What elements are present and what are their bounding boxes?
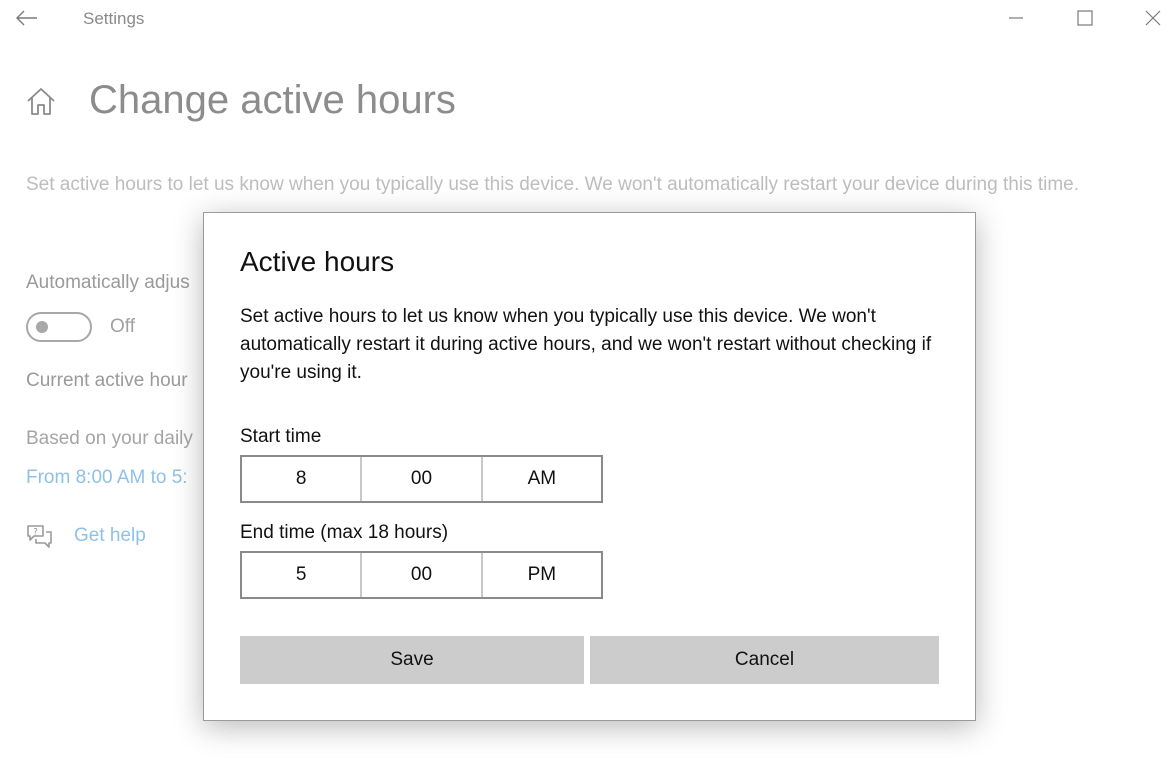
cancel-button[interactable]: Cancel (590, 636, 939, 684)
start-time-picker[interactable]: 8 00 AM (240, 455, 603, 503)
get-help-link[interactable]: Get help (74, 525, 146, 547)
svg-text:?: ? (33, 528, 38, 538)
auto-adjust-toggle[interactable] (26, 312, 92, 342)
close-button[interactable] (1130, 0, 1174, 36)
help-chat-icon: ? (27, 525, 52, 548)
minimize-button[interactable] (993, 0, 1039, 36)
dialog-description: Set active hours to let us know when you… (240, 306, 932, 383)
current-active-hours-label: Current active hour (26, 370, 188, 391)
title-bar: Settings (0, 0, 1174, 36)
help-icon-wrap[interactable]: ? (25, 522, 53, 550)
dialog-title: Active hours (240, 246, 395, 277)
toggle-state-label: Off (110, 316, 135, 337)
auto-adjust-label: Automatically adjus (26, 272, 190, 293)
active-hours-dialog: Active hours Set active hours to let us … (203, 212, 976, 721)
end-minute[interactable]: 00 (360, 553, 480, 597)
toggle-knob (36, 321, 48, 333)
save-button[interactable]: Save (240, 636, 584, 684)
end-hour[interactable]: 5 (242, 553, 360, 597)
active-hours-link[interactable]: From 8:00 AM to 5: (26, 467, 188, 489)
based-on-usage-label: Based on your daily (26, 428, 193, 449)
end-time-label: End time (max 18 hours) (240, 522, 449, 543)
app-title: Settings (83, 9, 145, 28)
start-hour[interactable]: 8 (242, 457, 360, 501)
maximize-icon (1077, 10, 1093, 26)
home-icon (27, 88, 55, 115)
start-time-label: Start time (240, 426, 322, 447)
home-button[interactable] (25, 86, 57, 118)
back-arrow-icon (16, 10, 37, 26)
end-period[interactable]: PM (480, 553, 601, 597)
start-minute[interactable]: 00 (360, 457, 480, 501)
back-button[interactable] (10, 2, 44, 34)
minimize-icon (1009, 17, 1023, 19)
start-period[interactable]: AM (480, 457, 601, 501)
page-title: Change active hours (89, 78, 456, 122)
page-description: Set active hours to let us know when you… (26, 174, 1079, 195)
end-time-picker[interactable]: 5 00 PM (240, 551, 603, 599)
close-icon (1145, 10, 1161, 26)
maximize-button[interactable] (1062, 0, 1108, 36)
